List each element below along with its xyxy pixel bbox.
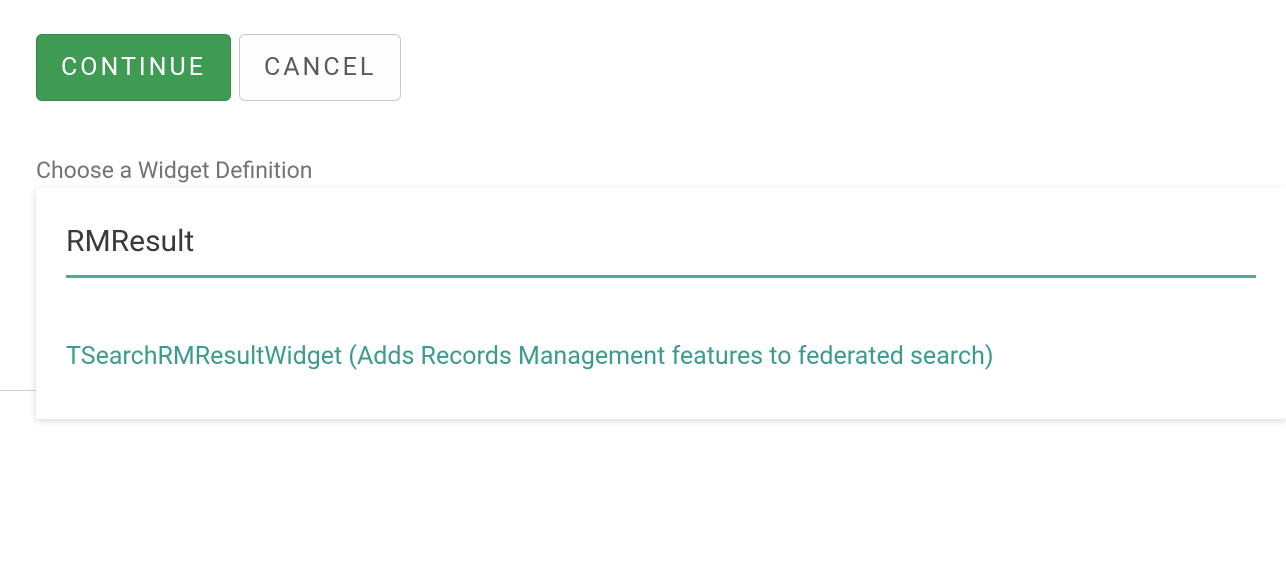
continue-button[interactable]: Continue xyxy=(36,34,231,101)
section-label: Choose a Widget Definition xyxy=(0,157,1286,184)
divider xyxy=(0,390,36,391)
search-input[interactable] xyxy=(66,218,1256,278)
toolbar: Continue Cancel xyxy=(0,0,1286,129)
dropdown-panel: TSearchRMResultWidget (Adds Records Mana… xyxy=(36,188,1286,419)
result-item[interactable]: TSearchRMResultWidget (Adds Records Mana… xyxy=(66,342,1256,371)
cancel-button[interactable]: Cancel xyxy=(239,34,401,101)
